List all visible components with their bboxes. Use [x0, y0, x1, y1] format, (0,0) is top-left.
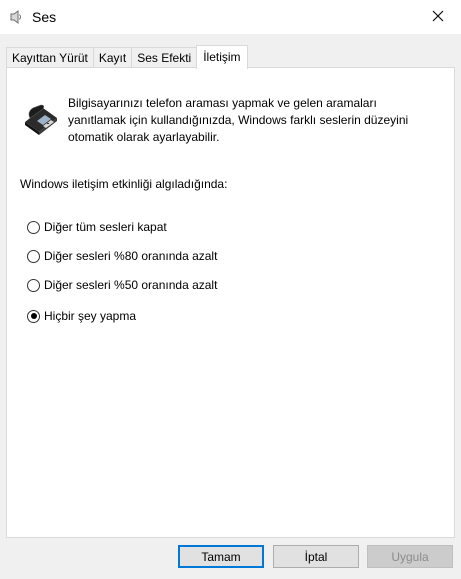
ok-button[interactable]: Tamam	[178, 545, 264, 568]
window-title: Ses	[32, 9, 57, 25]
option-label: Diğer sesleri %50 oranında azalt	[44, 278, 218, 292]
option-do-nothing[interactable]: Hiçbir şey yapma	[27, 307, 136, 325]
option-label: Diğer tüm sesleri kapat	[44, 220, 167, 234]
tab-communications[interactable]: İletişim	[196, 45, 248, 69]
detection-prompt: Windows iletişim etkinliği algıladığında…	[20, 177, 228, 191]
radio-button-selected[interactable]	[27, 309, 40, 323]
description-line: Bilgisayarınızı telefon araması yapmak v…	[68, 96, 377, 110]
description-line: yanıtlamak için kullandığınızda, Windows…	[68, 113, 409, 127]
radio-button[interactable]	[27, 249, 40, 263]
close-button[interactable]	[415, 0, 461, 34]
description-line: otomatik olarak ayarlayabilir.	[68, 130, 220, 144]
telephone-icon	[21, 96, 61, 136]
communications-panel: Bilgisayarınızı telefon araması yapmak v…	[6, 67, 455, 538]
apply-button[interactable]: Uygula	[367, 545, 453, 568]
cancel-button[interactable]: İptal	[273, 545, 359, 568]
option-reduce-50[interactable]: Diğer sesleri %50 oranında azalt	[27, 276, 217, 294]
tab-strip: Kayıttan Yürüt Kayıt Ses Efekti İletişim	[6, 45, 248, 69]
radio-button[interactable]	[27, 220, 40, 234]
sound-dialog: Ses Kayıttan Yürüt Kayıt Ses Efekti İlet…	[0, 0, 461, 579]
option-mute-all[interactable]: Diğer tüm sesleri kapat	[27, 218, 167, 236]
tab-playback[interactable]: Kayıttan Yürüt	[6, 47, 94, 68]
option-label: Hiçbir şey yapma	[44, 309, 137, 323]
option-reduce-80[interactable]: Diğer sesleri %80 oranında azalt	[27, 247, 217, 265]
tab-sound-effects[interactable]: Ses Efekti	[131, 47, 198, 68]
radio-button[interactable]	[27, 278, 40, 292]
option-label: Diğer sesleri %80 oranında azalt	[44, 249, 218, 263]
description-text: Bilgisayarınızı telefon araması yapmak v…	[68, 95, 448, 146]
speaker-icon	[8, 9, 24, 25]
close-icon	[432, 10, 444, 25]
title-bar: Ses	[0, 0, 461, 34]
tab-recording[interactable]: Kayıt	[92, 47, 133, 68]
